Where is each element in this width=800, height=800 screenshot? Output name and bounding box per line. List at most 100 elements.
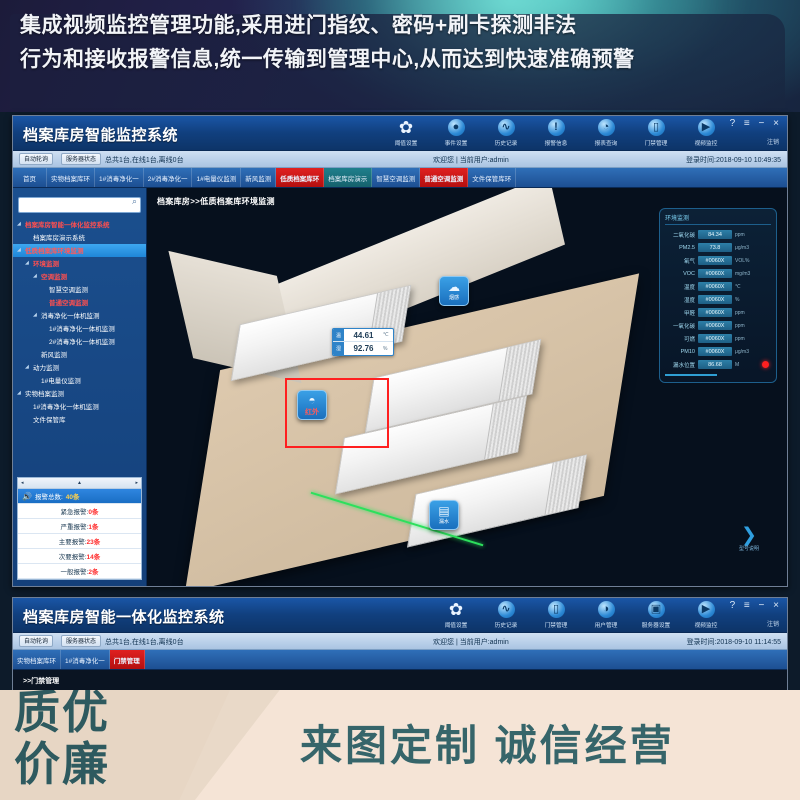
temperature-label: 温 (333, 329, 344, 341)
infrared-sensor-icon[interactable]: ◓ 红外 (297, 390, 327, 420)
main-canvas: 档案库房>>低质档案库环境监测 温 44.61 ℃ 湿 92.76 % ☁ 烟感… (147, 188, 787, 586)
alarm-next-icon[interactable]: ▸ (135, 480, 138, 486)
tree-node[interactable]: 档案库房演示系统 (13, 231, 146, 244)
toolbar-item-report[interactable]: ◔ 报表查询 (585, 117, 627, 147)
toolbar-label: 用户管理 (594, 623, 618, 629)
tab-item[interactable]: 普通空调监测 (420, 168, 469, 187)
alarm-summary-panel: ◂ ▲ ▸ 🔊 报警总数: 40条 紧急报警: 0条 严重报警: 1条 主要报警: 23条 次要报… (17, 477, 142, 580)
tree-node-label: 2#消毒净化一体机监测 (49, 339, 115, 346)
bottom-window-controls[interactable]: ? ≡ − × (730, 600, 782, 611)
toolbar-item-history[interactable]: ∿ 历史记录 (485, 599, 527, 629)
alarm-prev-icon[interactable]: ◂ (21, 480, 24, 486)
tab-item[interactable]: 门禁管理 (109, 650, 145, 669)
door-icon: ▯ (547, 601, 565, 618)
tab-item[interactable]: 低质档案库环 (276, 168, 325, 187)
tab-item[interactable]: 2#消毒净化一 (144, 168, 193, 187)
main-status-strip: 自动轮询 服务器状态 总共1台,在线1台,离线0台 欢迎您 | 当前用户:adm… (13, 151, 787, 168)
tree-node-label: 1#消毒净化一体机监测 (49, 326, 115, 333)
bottom-logout-button[interactable]: 注销 (767, 619, 779, 628)
toolbar-item-event[interactable]: ● 事件设置 (435, 117, 477, 147)
tree-expand-icon[interactable]: ◢ (33, 312, 39, 318)
environment-value: 84.34 (698, 230, 732, 239)
bottom-auto-poll-button[interactable]: 自动轮询 (19, 635, 54, 647)
tree-node-label: 低质档案库环境监测 (25, 248, 84, 255)
tab-item[interactable]: 首页 (13, 168, 47, 187)
server-counts-text: 总共1台,在线1台,离线0台 (105, 157, 184, 164)
tree-node[interactable]: ◢ 动力监测 (13, 361, 146, 374)
tree-expand-icon[interactable]: ◢ (25, 260, 31, 266)
tree-node-label: 动力监测 (33, 365, 59, 372)
bottom-server-state-button[interactable]: 服务器状态 (61, 635, 102, 647)
server-state-button[interactable]: 服务器状态 (61, 153, 102, 165)
tree-node[interactable]: ◢ 档案库房智能一体化监控系统 (13, 218, 146, 231)
search-input[interactable] (18, 196, 141, 213)
tab-item[interactable]: 智慧空调监测 (372, 168, 421, 187)
tree-node[interactable]: 2#消毒净化一体机监测 (13, 335, 146, 348)
tree-node[interactable]: 1#消毒净化一体机监测 (13, 322, 146, 335)
tree-expand-icon[interactable]: ◢ (17, 221, 23, 227)
environment-value: #0060X (698, 295, 732, 304)
toolbar-item-alarm[interactable]: ! 报警信息 (535, 117, 577, 147)
tree-expand-icon[interactable]: ◢ (17, 390, 23, 396)
tree-expand-icon[interactable]: ◢ (33, 273, 39, 279)
tree-node[interactable]: 1#消毒净化一体机监测 (13, 400, 146, 413)
tab-item[interactable]: 实物档案库环 (13, 650, 61, 669)
toolbar-label: 历史记录 (494, 623, 518, 629)
history-icon: ∿ (497, 119, 515, 136)
alarm-row[interactable]: 严重报警: 1条 (18, 519, 141, 534)
tree-node[interactable]: ◢ 低质档案库环境监测 (13, 243, 146, 257)
auto-poll-button[interactable]: 自动轮询 (19, 153, 54, 165)
smoke-sensor-icon[interactable]: ☁ 烟感 (439, 276, 469, 306)
toolbar-item-gear[interactable]: ✿ 阈值设置 (385, 117, 427, 147)
toolbar-item-user[interactable]: ◑ 用户管理 (585, 599, 627, 629)
alarm-row[interactable]: 次要报警: 14条 (18, 549, 141, 564)
window-controls[interactable]: ? ≡ − × (730, 118, 782, 129)
toolbar-item-video[interactable]: ▶ 视频监控 (685, 599, 727, 629)
water-leak-sensor-icon[interactable]: ▤ 漏水 (429, 500, 459, 530)
model-info-badge[interactable]: ❯ 型号说明 (739, 526, 759, 552)
tree-expand-icon[interactable]: ◢ (17, 247, 23, 253)
environment-unit: M (735, 361, 740, 368)
tree-node[interactable]: ◢ 环境监测 (13, 257, 146, 270)
alarm-row-value: 40条 (65, 494, 80, 501)
tab-item[interactable]: 文件保管库环 (468, 168, 517, 187)
toolbar-item-door[interactable]: ▯ 门禁管理 (535, 599, 577, 629)
tree-node[interactable]: 智慧空调监测 (13, 283, 146, 296)
sidebar-search[interactable]: ⌕ (18, 193, 141, 213)
environment-unit: μg/m3 (735, 348, 749, 355)
bottom-app-title: 档案库房智能一体化监控系统 (23, 609, 225, 626)
tree-node[interactable]: 文件保管库 (13, 413, 146, 426)
tree-node[interactable]: 普通空调监测 (13, 296, 146, 309)
alarm-row[interactable]: 🔊 报警总数: 40条 (18, 489, 141, 504)
toolbar-item-video[interactable]: ▶ 视频监控 (685, 117, 727, 147)
toolbar-item-history[interactable]: ∿ 历史记录 (485, 117, 527, 147)
alarm-collapse-icon[interactable]: ▲ (77, 480, 82, 486)
bottom-login-time: 登录时间:2018-09-10 11:14:55 (686, 639, 781, 646)
alarm-row[interactable]: 一般报警: 2条 (18, 564, 141, 579)
toolbar-item-server[interactable]: ▣ 服务器设置 (635, 599, 677, 629)
tab-item[interactable]: 新风监测 (241, 168, 277, 187)
toolbar-item-door[interactable]: ▯ 门禁管理 (635, 117, 677, 147)
tree-node[interactable]: ◢ 消毒净化一体机监测 (13, 309, 146, 322)
alarm-row[interactable]: 紧急报警: 0条 (18, 504, 141, 519)
environment-key: 一氧化碳 (672, 323, 695, 330)
environment-progress-bar (665, 374, 717, 376)
environment-row: 可燃 #0060X ppm (665, 332, 771, 345)
tab-item[interactable]: 档案库房演示 (324, 168, 373, 187)
tree-node[interactable]: ◢ 实物档案监测 (13, 387, 146, 400)
tree-node[interactable]: 1#电量仪监测 (13, 374, 146, 387)
tree-node[interactable]: ◢ 空调监测 (13, 270, 146, 283)
toolbar-item-gear[interactable]: ✿ 阈值设置 (435, 599, 477, 629)
alarm-row-label: 报警总数: (34, 494, 63, 501)
alarm-row[interactable]: 主要报警: 23条 (18, 534, 141, 549)
tree-expand-icon[interactable]: ◢ (25, 364, 31, 370)
tab-item[interactable]: 1#消毒净化一 (95, 168, 144, 187)
environment-key: 漏水位置 (672, 362, 695, 369)
tree-node[interactable]: 新风监测 (13, 348, 146, 361)
tab-item[interactable]: 1#消毒净化一 (61, 650, 110, 669)
tab-item[interactable]: 1#电量仪监测 (192, 168, 242, 187)
tree-node-label: 消毒净化一体机监测 (41, 313, 100, 320)
alarm-row-label: 一般报警: (60, 569, 89, 576)
tab-item[interactable]: 实物档案库环 (47, 168, 95, 187)
logout-button[interactable]: 注销 (767, 137, 779, 146)
